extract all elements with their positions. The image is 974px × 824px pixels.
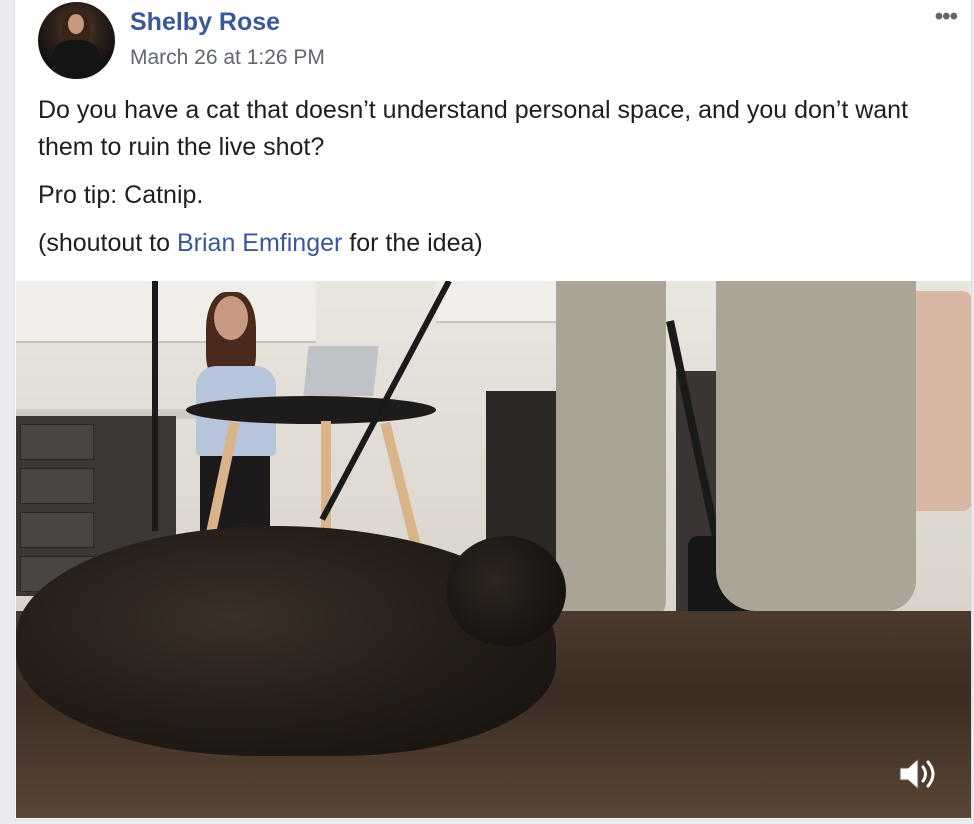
light-stand (152, 281, 158, 531)
cat-head (446, 536, 566, 646)
shoutout-suffix: for the idea) (342, 229, 483, 257)
avatar[interactable] (38, 2, 115, 79)
drawer (20, 468, 94, 504)
video-player[interactable] (16, 281, 971, 818)
speaker-volume-icon[interactable] (896, 754, 938, 794)
drawer (20, 512, 94, 548)
author-name[interactable]: Shelby Rose (130, 8, 280, 37)
post-text-line-2: Pro tip: Catnip. (38, 181, 204, 209)
avatar-body (52, 40, 100, 79)
post-card: Shelby Rose March 26 at 1:26 PM ••• Do y… (14, 0, 972, 820)
upper-cabinet-2 (436, 281, 566, 323)
post-text-line-1: Do you have a cat that doesn’t understan… (38, 96, 909, 161)
shoutout-prefix: (shoutout to (38, 229, 177, 257)
standing-person-right-leg (716, 281, 916, 611)
post-timestamp[interactable]: March 26 at 1:26 PM (130, 46, 325, 70)
drawer (20, 424, 94, 460)
round-table (186, 396, 436, 424)
more-options-icon[interactable]: ••• (935, 3, 958, 31)
post-text: Do you have a cat that doesn’t understan… (38, 92, 938, 273)
standing-person-left-leg (556, 281, 666, 621)
post-text-line-3: (shoutout to Brian Emfinger for the idea… (38, 225, 938, 262)
mention-link[interactable]: Brian Emfinger (177, 229, 342, 257)
seated-person-head (214, 296, 248, 340)
laptop (303, 346, 379, 396)
speaker-volume-icon-svg (899, 757, 935, 791)
avatar-face (68, 14, 84, 34)
